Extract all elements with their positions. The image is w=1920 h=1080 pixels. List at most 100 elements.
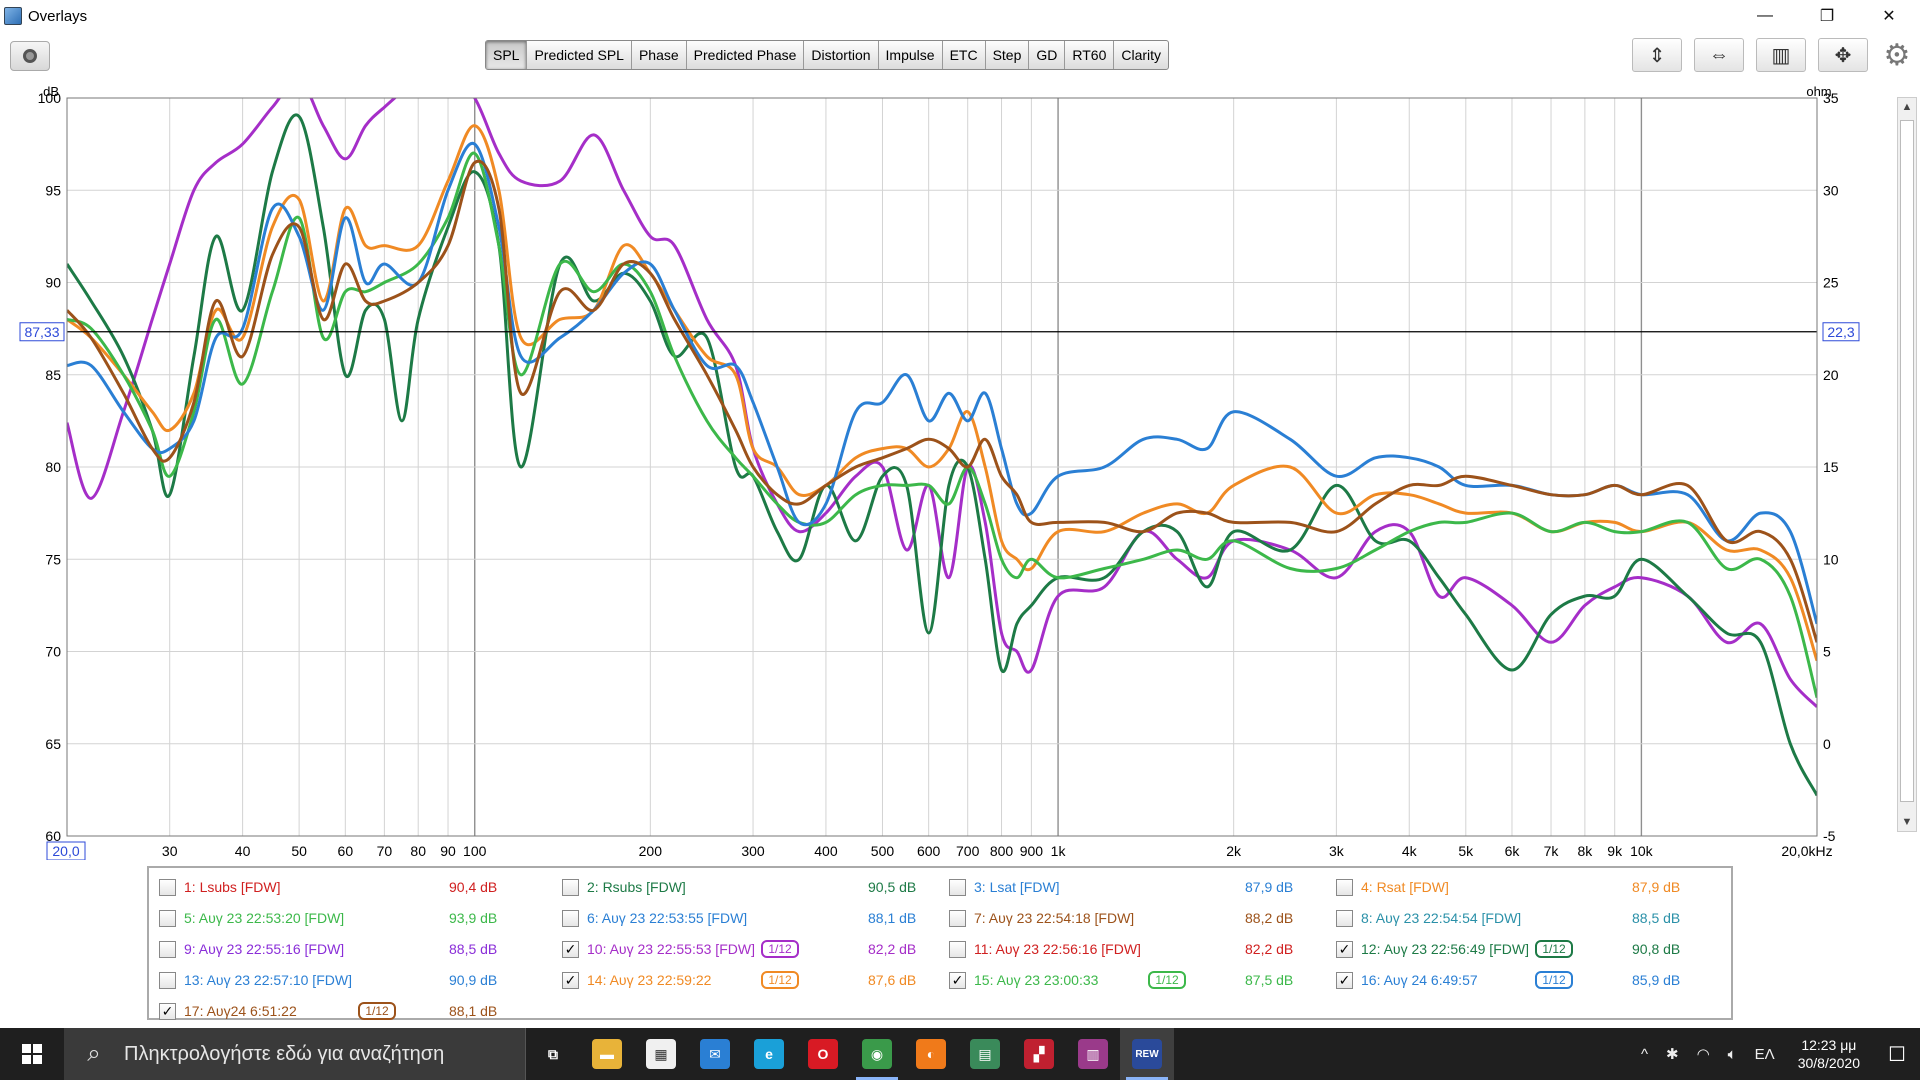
x-tick-label: 1k — [1051, 843, 1067, 859]
tab-spl[interactable]: SPL — [486, 41, 528, 69]
legend-checkbox[interactable]: ✓ — [1336, 971, 1353, 989]
edge-icon: e — [754, 1039, 784, 1069]
y-tick-label: 70 — [45, 644, 61, 660]
tab-impulse[interactable]: Impulse — [879, 41, 943, 69]
x-tick-label: 4k — [1402, 843, 1418, 859]
start-button[interactable] — [0, 1028, 64, 1080]
fit-all-icon[interactable]: ✥ — [1818, 38, 1868, 72]
legend-label[interactable]: 6: Αυγ 23 22:53:55 [FDW] — [587, 910, 747, 926]
legend-checkbox[interactable] — [949, 878, 966, 896]
taskbar-app-task-view[interactable]: ⧉ — [526, 1028, 580, 1080]
tab-step[interactable]: Step — [986, 41, 1030, 69]
bluetooth-icon[interactable]: ✱ — [1657, 1045, 1688, 1063]
volume-icon[interactable]: 🔈︎ — [1719, 1046, 1746, 1063]
legend-checkbox[interactable] — [1336, 909, 1353, 927]
legend-label[interactable]: 15: Αυγ 23 23:00:33 — [974, 972, 1098, 988]
wifi-icon[interactable]: ◠ — [1688, 1045, 1719, 1063]
legend-label[interactable]: 10: Αυγ 23 22:55:53 [FDW] — [587, 941, 755, 957]
taskbar-app-chrome[interactable]: ◉ — [850, 1028, 904, 1080]
scrollbar-thumb[interactable] — [1900, 120, 1914, 802]
taskbar-app-app-red-grid[interactable]: ▞ — [1012, 1028, 1066, 1080]
taskbar-app-firefox[interactable]: ◐ — [904, 1028, 958, 1080]
x-tick-label: 100 — [463, 843, 487, 859]
legend-checkbox[interactable] — [562, 909, 579, 927]
legend-label[interactable]: 3: Lsat [FDW] — [974, 879, 1060, 895]
tab-gd[interactable]: GD — [1029, 41, 1066, 69]
legend-checkbox[interactable] — [949, 940, 966, 958]
smoothing-badge[interactable]: 1/12 — [1531, 939, 1577, 959]
legend-checkbox[interactable] — [159, 878, 176, 896]
legend-checkbox[interactable]: ✓ — [562, 971, 579, 989]
smoothing-label: 1/12 — [358, 1002, 396, 1020]
smoothing-badge[interactable]: 1/12 — [757, 939, 803, 959]
legend-checkbox[interactable] — [949, 909, 966, 927]
spl-graph[interactable]: 100 95 90 85 80 75 70 65 60 35 30 25 20 15 10 5 0 -5 dB ohm… — [0, 84, 1920, 860]
legend-checkbox[interactable] — [1336, 878, 1353, 896]
legend-label[interactable]: 8: Αυγ 23 22:54:54 [FDW] — [1361, 910, 1521, 926]
legend-checkbox[interactable] — [159, 971, 176, 989]
legend-label[interactable]: 17: Αυγ24 6:51:22 — [184, 1003, 297, 1019]
scroll-up-icon[interactable]: ▲ — [1898, 98, 1916, 116]
legend-checkbox[interactable] — [159, 940, 176, 958]
smoothing-badge[interactable]: 1/12 — [1144, 970, 1190, 990]
clock[interactable]: 12:23 μμ 30/8/2020 — [1784, 1036, 1874, 1072]
smoothing-badge[interactable]: 1/12 — [1531, 970, 1577, 990]
legend-label[interactable]: 11: Αυγ 23 22:56:16 [FDW] — [974, 941, 1141, 957]
legend-label[interactable]: 13: Αυγ 23 22:57:10 [FDW] — [184, 972, 352, 988]
legend-label[interactable]: 5: Αυγ 23 22:53:20 [FDW] — [184, 910, 344, 926]
legend-label[interactable]: 4: Rsat [FDW] — [1361, 879, 1449, 895]
close-button[interactable]: ✕ — [1858, 0, 1920, 32]
legend-label[interactable]: 16: Αυγ 24 6:49:57 — [1361, 972, 1478, 988]
vertical-scale-icon[interactable]: ⇕ — [1632, 38, 1682, 72]
tab-clarity[interactable]: Clarity — [1114, 41, 1168, 69]
legend-checkbox[interactable]: ✓ — [562, 940, 579, 958]
legend-checkbox[interactable]: ✓ — [949, 971, 966, 989]
grid-controls-icon[interactable]: ▥ — [1756, 38, 1806, 72]
smoothing-badge[interactable]: 1/12 — [757, 970, 803, 990]
x-tick-label: 500 — [871, 843, 895, 859]
notification-center-icon[interactable]: ☐ — [1874, 1042, 1920, 1067]
legend-checkbox[interactable] — [562, 878, 579, 896]
gear-icon[interactable]: ⚙ — [1880, 38, 1914, 72]
smoothing-label: 1/12 — [761, 971, 799, 989]
tab-rt60[interactable]: RT60 — [1065, 41, 1115, 69]
legend-label[interactable]: 2: Rsubs [FDW] — [587, 879, 686, 895]
legend-label[interactable]: 1: Lsubs [FDW] — [184, 879, 280, 895]
x-tick-label: 60 — [338, 843, 354, 859]
camera-icon — [23, 49, 37, 63]
x-tick-label: 600 — [917, 843, 941, 859]
spl-graph-svg[interactable]: 100959085807570656035302520151050-5dB ohm… — [0, 84, 1920, 860]
taskbar-app-opera[interactable]: O — [796, 1028, 850, 1080]
restore-button[interactable]: ❐ — [1796, 0, 1858, 32]
legend-checkbox[interactable]: ✓ — [159, 1002, 176, 1020]
legend-label[interactable]: 12: Αυγ 23 22:56:49 [FDW] — [1361, 941, 1529, 957]
legend-checkbox[interactable] — [159, 909, 176, 927]
tab-etc[interactable]: ETC — [943, 41, 986, 69]
legend-label[interactable]: 7: Αυγ 23 22:54:18 [FDW] — [974, 910, 1134, 926]
tab-distortion[interactable]: Distortion — [804, 41, 879, 69]
taskbar-app-rew[interactable]: REW — [1120, 1028, 1174, 1080]
taskbar-app-excel[interactable]: ▤ — [958, 1028, 1012, 1080]
x-tick-label: 200 — [639, 843, 663, 859]
tab-predicted-phase[interactable]: Predicted Phase — [687, 41, 805, 69]
vertical-scrollbar[interactable]: ▲ ▼ — [1897, 97, 1917, 832]
legend-label[interactable]: 14: Αυγ 23 22:59:22 — [587, 972, 711, 988]
system-tray: ^ ✱ ◠ 🔈︎ ΕΛ 12:23 μμ 30/8/2020 ☐ — [1632, 1028, 1920, 1080]
taskbar-app-winrar[interactable]: ▥ — [1066, 1028, 1120, 1080]
camera-button[interactable] — [10, 41, 50, 71]
scroll-down-icon[interactable]: ▼ — [1898, 813, 1916, 831]
smoothing-badge[interactable]: 1/12 — [354, 1001, 400, 1021]
taskbar-app-microsoft-store[interactable]: ▦ — [634, 1028, 688, 1080]
taskbar-app-mail[interactable]: ✉ — [688, 1028, 742, 1080]
taskbar-search[interactable]: ⌕ Πληκτρολογήστε εδώ για αναζήτηση — [64, 1028, 526, 1080]
taskbar-app-file-explorer[interactable]: ▬ — [580, 1028, 634, 1080]
legend-checkbox[interactable]: ✓ — [1336, 940, 1353, 958]
language-indicator[interactable]: ΕΛ — [1746, 1046, 1784, 1063]
minimize-button[interactable]: — — [1734, 0, 1796, 32]
horizontal-scale-icon[interactable]: ⇔ — [1694, 38, 1744, 72]
legend-label[interactable]: 9: Αυγ 23 22:55:16 [FDW] — [184, 941, 344, 957]
taskbar-app-edge[interactable]: e — [742, 1028, 796, 1080]
tab-phase[interactable]: Phase — [632, 41, 687, 69]
tray-chevron-icon[interactable]: ^ — [1632, 1046, 1657, 1063]
tab-predicted-spl[interactable]: Predicted SPL — [527, 41, 632, 69]
